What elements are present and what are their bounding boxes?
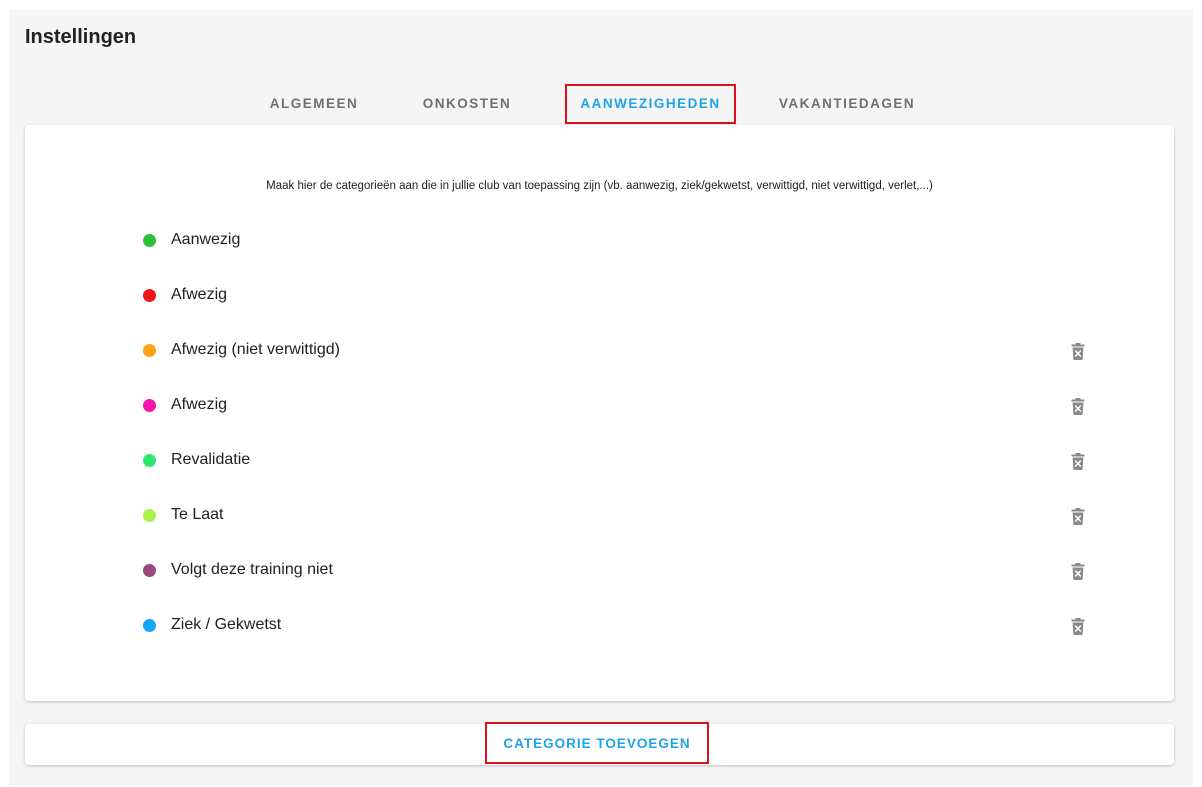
trash-icon[interactable] xyxy=(1067,505,1089,527)
trash-icon[interactable] xyxy=(1067,615,1089,637)
intro-text: Maak hier de categorieën aan die in jull… xyxy=(266,180,933,192)
category-color-dot xyxy=(143,454,156,467)
category-row: Aanwezig xyxy=(25,213,1174,268)
category-color-dot xyxy=(143,564,156,577)
category-row: Volgt deze training niet xyxy=(25,543,1174,598)
trash-icon[interactable] xyxy=(1067,340,1089,362)
category-label: Revalidatie xyxy=(171,451,251,468)
category-row: Afwezig xyxy=(25,378,1174,433)
tab-onkosten[interactable]: ONKOSTEN xyxy=(407,84,527,124)
category-label: Aanwezig xyxy=(171,231,241,248)
category-color-dot xyxy=(143,289,156,302)
add-category-button[interactable]: CATEGORIE TOEVOEGEN xyxy=(485,722,709,764)
page-title: Instellingen xyxy=(25,26,137,48)
category-label: Ziek / Gekwetst xyxy=(171,616,282,633)
settings-tabs: ALGEMEEN ONKOSTEN AANWEZIGHEDEN VAKANTIE… xyxy=(9,84,1193,124)
category-label: Te Laat xyxy=(171,506,224,523)
category-color-dot xyxy=(143,344,156,357)
category-label: Afwezig xyxy=(171,396,228,413)
category-row: Afwezig (niet verwittigd) xyxy=(25,323,1174,378)
categories-card: Maak hier de categorieën aan die in jull… xyxy=(25,125,1174,701)
category-label: Afwezig (niet verwittigd) xyxy=(171,341,340,358)
trash-icon[interactable] xyxy=(1067,395,1089,417)
category-color-dot xyxy=(143,234,156,247)
category-row: Ziek / Gekwetst xyxy=(25,598,1174,653)
category-row: Revalidatie xyxy=(25,433,1174,488)
trash-icon[interactable] xyxy=(1067,450,1089,472)
settings-page: Instellingen ALGEMEEN ONKOSTEN AANWEZIGH… xyxy=(9,10,1193,786)
category-color-dot xyxy=(143,509,156,522)
tab-vakantiedagen[interactable]: VAKANTIEDAGEN xyxy=(762,84,932,124)
category-color-dot xyxy=(143,399,156,412)
category-label: Afwezig xyxy=(171,286,228,303)
category-label: Volgt deze training niet xyxy=(171,561,333,578)
add-category-bar: CATEGORIE TOEVOEGEN xyxy=(25,722,1174,765)
category-row: Te Laat xyxy=(25,488,1174,543)
tab-algemeen[interactable]: ALGEMEEN xyxy=(254,84,374,124)
category-color-dot xyxy=(143,619,156,632)
category-list: Aanwezig Afwezig Afwezig (niet verwittigd)… xyxy=(25,213,1174,653)
trash-icon[interactable] xyxy=(1067,560,1089,582)
tab-aanwezigheden[interactable]: AANWEZIGHEDEN xyxy=(565,84,736,124)
category-row: Afwezig xyxy=(25,268,1174,323)
